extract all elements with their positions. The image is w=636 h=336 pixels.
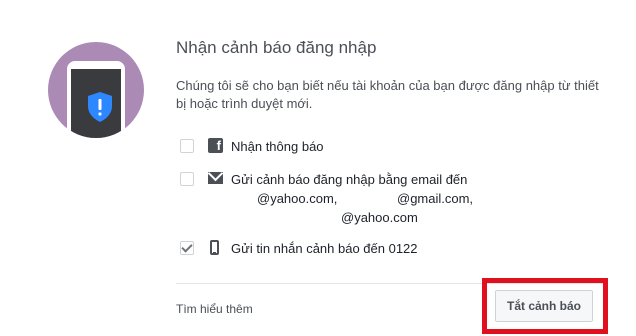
mobile-phone-icon bbox=[210, 240, 219, 255]
phone-illustration bbox=[67, 61, 125, 138]
sms-alerts-label: Gửi tin nhắn cảnh báo đến 0122 bbox=[231, 241, 418, 256]
learn-more-link[interactable]: Tìm hiểu thêm bbox=[176, 302, 253, 316]
page-title: Nhận cảnh báo đăng nhập bbox=[176, 38, 377, 57]
sms-alerts-checkbox[interactable] bbox=[180, 241, 194, 255]
disable-alerts-button[interactable]: Tắt cảnh báo bbox=[495, 290, 593, 322]
mail-icon bbox=[208, 172, 223, 184]
login-alerts-panel: Nhận cảnh báo đăng nhập Chúng tôi sẽ cho… bbox=[0, 0, 636, 336]
shield-icon bbox=[88, 92, 112, 122]
description-text: Chúng tôi sẽ cho bạn biết nếu tài khoản … bbox=[176, 78, 599, 111]
email-alerts-checkbox[interactable] bbox=[180, 172, 194, 186]
email-alerts-label: Gửi cảnh báo đăng nhập bằng email đến bbox=[231, 172, 468, 187]
login-alert-illustration bbox=[48, 42, 144, 138]
email-address-2: @gmail.com, bbox=[397, 191, 474, 206]
notifications-checkbox[interactable] bbox=[180, 139, 194, 153]
email-address-3: @yahoo.com bbox=[341, 210, 418, 225]
facebook-icon: f bbox=[208, 138, 223, 153]
notifications-label: Nhận thông báo bbox=[231, 139, 324, 154]
email-address-1: @yahoo.com, bbox=[257, 191, 338, 206]
